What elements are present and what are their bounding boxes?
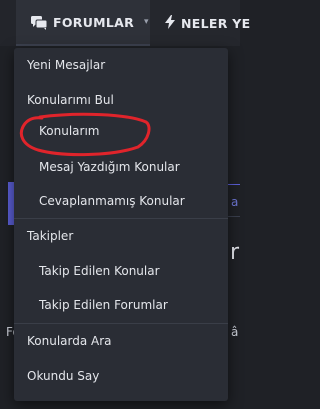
- chat-bubbles-icon: [31, 15, 48, 30]
- nav-tab-forums[interactable]: FORUMLAR ▾: [16, 0, 150, 46]
- menu-item-new-posts[interactable]: Yeni Mesajlar: [14, 50, 228, 80]
- nav-tab-forums-label: FORUMLAR: [53, 14, 135, 30]
- nav-tab-news[interactable]: NELER YE: [150, 0, 250, 46]
- menu-divider: [14, 218, 228, 219]
- menu-divider: [14, 323, 228, 324]
- background-heading-fragment: r: [230, 240, 240, 265]
- menu-item-watched-threads[interactable]: Takip Edilen Konular: [14, 256, 228, 286]
- menu-item-watched-forums[interactable]: Takip Edilen Forumlar: [14, 290, 228, 320]
- chevron-down-icon: ▾: [144, 17, 149, 27]
- lightning-icon: [165, 14, 175, 33]
- background-text-fragment: a: [231, 195, 239, 209]
- background-text-fragment: â: [231, 325, 239, 339]
- background-divider: [228, 216, 240, 217]
- menu-item-search-threads[interactable]: Konularda Ara: [14, 326, 228, 356]
- red-highlight-annotation: [19, 112, 151, 157]
- menu-item-mark-read[interactable]: Okundu Say: [14, 361, 228, 391]
- menu-item-unanswered-threads[interactable]: Cevaplanmamış Konular: [14, 186, 228, 216]
- top-navbar: FORUMLAR ▾ NELER YE: [0, 0, 250, 46]
- menu-item-find-my-threads[interactable]: Konularımı Bul: [14, 85, 228, 115]
- nav-tab-news-label: NELER YE: [181, 15, 251, 31]
- forums-dropdown-menu: Yeni Mesajlar Konularımı Bul Konularım M…: [14, 48, 228, 401]
- menu-item-watched[interactable]: Takipler: [14, 221, 228, 251]
- navbar-left-edge: [0, 0, 16, 46]
- background-divider: [228, 184, 240, 185]
